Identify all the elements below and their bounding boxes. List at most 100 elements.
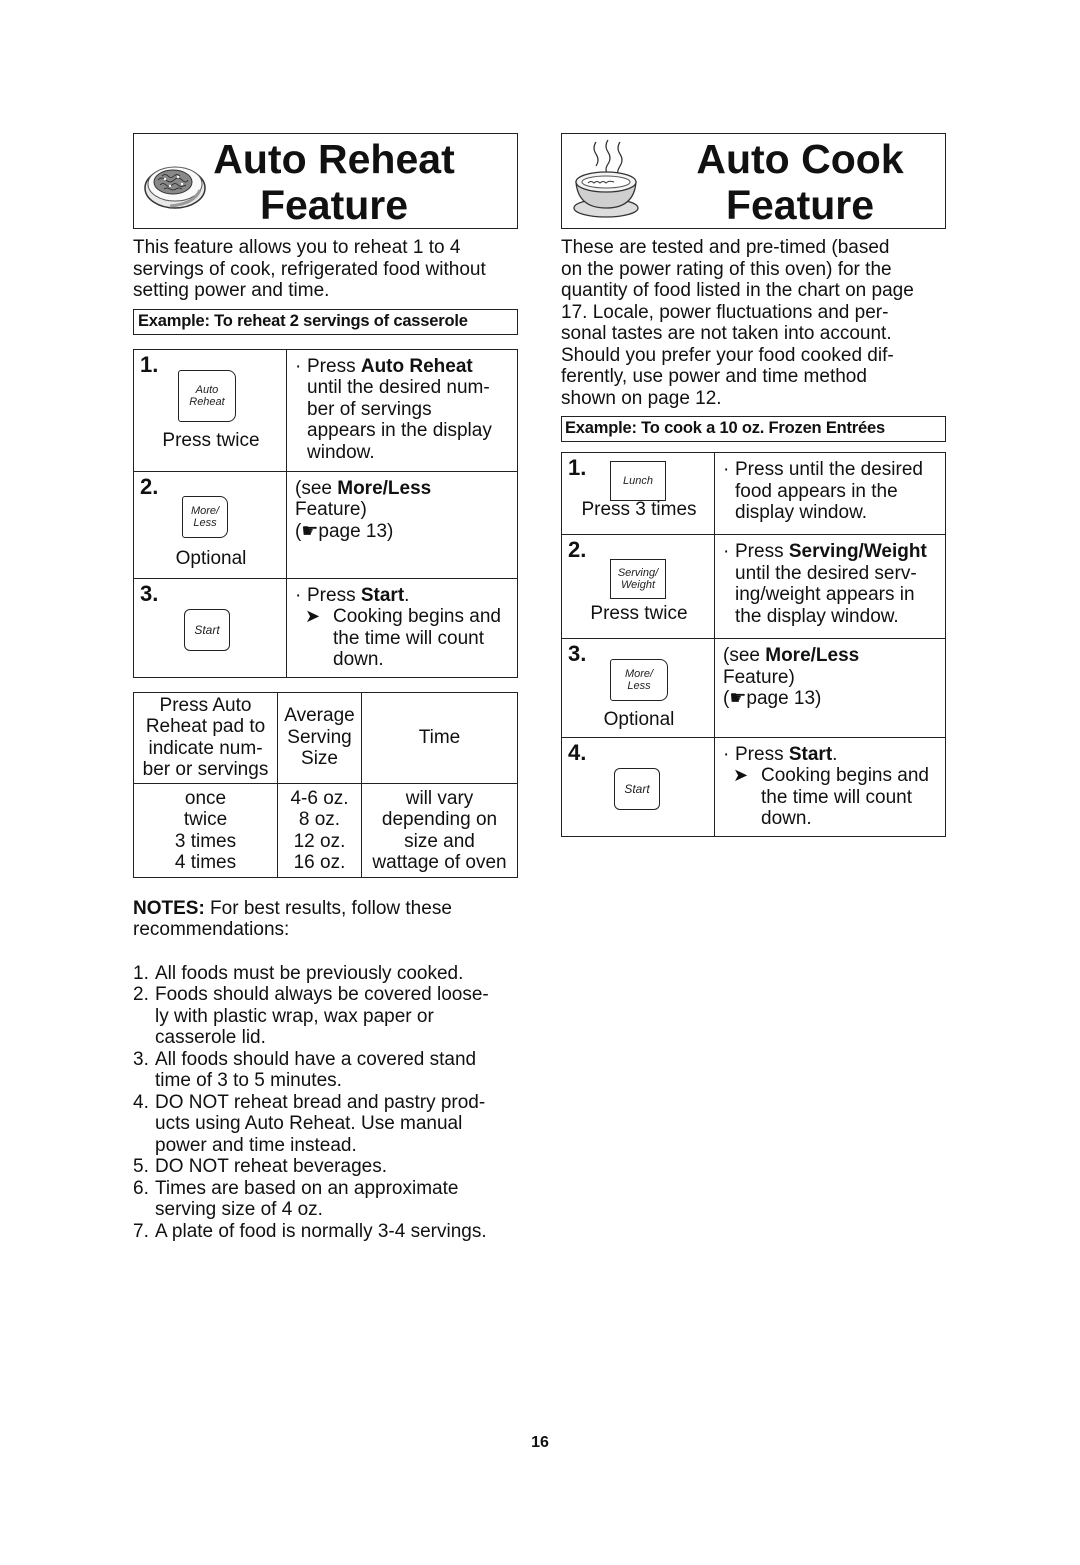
page-reference-link[interactable]: page 13) bbox=[318, 521, 393, 542]
lunch-pad-button[interactable]: Lunch bbox=[610, 461, 666, 501]
pad-label: More/ bbox=[190, 504, 220, 517]
pointing-hand-icon: ☛ bbox=[301, 520, 319, 542]
instruction-text: ber of servings bbox=[307, 398, 432, 420]
step-number: 2. bbox=[140, 473, 159, 499]
page-number: 16 bbox=[531, 1434, 549, 1451]
note-item: 3. All foods should have a covered stand t… bbox=[133, 1049, 518, 1092]
time-text: depending on bbox=[381, 809, 498, 830]
pad-label: Auto bbox=[195, 383, 219, 396]
pad-label: Less bbox=[627, 680, 651, 692]
note-number: 2. bbox=[133, 984, 149, 1005]
note-item: 5. DO NOT reheat beverages. bbox=[133, 1156, 518, 1178]
start-pad-button[interactable]: Start bbox=[614, 767, 660, 810]
note-text: Times are based on an approximate bbox=[155, 1177, 459, 1199]
bullet: · bbox=[295, 584, 302, 606]
step-caption: Press twice bbox=[162, 429, 260, 451]
auto-reheat-pad-button[interactable]: Auto Reheat bbox=[178, 369, 236, 422]
serving-weight-pad-button[interactable]: Serving/ Weight bbox=[610, 559, 666, 599]
chart-header-presses: Press Auto Reheat pad to indicate num- b… bbox=[133, 691, 278, 784]
note-text: ly with plastic wrap, wax paper or bbox=[155, 1005, 434, 1027]
header-line: Time bbox=[418, 726, 461, 748]
instruction-key-name: More/Less bbox=[765, 645, 860, 666]
title-line-2: Feature bbox=[259, 182, 409, 228]
instruction-text: . bbox=[832, 743, 838, 765]
notes-intro: For best results, follow these bbox=[204, 897, 452, 919]
more-less-pad-button[interactable]: More/ Less bbox=[182, 495, 228, 538]
instruction-key-name: Start bbox=[360, 584, 405, 606]
step-1-instruction: · Press Auto Reheat until the desired nu… bbox=[286, 348, 518, 472]
serving-size: 8 oz. bbox=[298, 809, 341, 830]
step-4-instruction: · Press Start. ➤ Cooking begins and the … bbox=[714, 736, 946, 837]
note-item: 4. DO NOT reheat bread and pastry prod-uc… bbox=[133, 1092, 518, 1157]
result-text: Cooking begins and bbox=[761, 765, 929, 786]
intro-line: This feature allows you to reheat 1 to 4 bbox=[133, 237, 461, 258]
title-line-1: Auto Cook bbox=[696, 136, 904, 182]
step-row: 2. Serving/ Weight Press twice · Press S… bbox=[561, 534, 946, 639]
header-line: Size bbox=[301, 748, 338, 770]
time-text: wattage of oven bbox=[372, 852, 507, 873]
note-text: ucts using Auto Reheat. Use manual bbox=[155, 1113, 463, 1134]
bullet: · bbox=[295, 355, 302, 377]
intro-line: shown on page 12. bbox=[561, 387, 722, 409]
step-1-key-cell: 1. Auto Reheat Press twice bbox=[133, 348, 287, 472]
intro-line: sonal tastes are not taken into account. bbox=[561, 323, 892, 344]
chart-header-time: Time bbox=[361, 691, 518, 784]
bullet: · bbox=[723, 541, 730, 562]
note-number: 3. bbox=[133, 1048, 149, 1070]
pad-label: Reheat bbox=[189, 395, 225, 408]
serving-size: 16 oz. bbox=[293, 852, 346, 873]
start-pad-button[interactable]: Start bbox=[184, 608, 230, 651]
step-2-key-cell: 2. More/ Less Optional bbox=[133, 470, 287, 579]
step-row: 4. Start · Press Start. ➤ Cooking begins… bbox=[561, 736, 946, 837]
note-item: 6. Times are based on an approximate servi… bbox=[133, 1178, 518, 1221]
header-line: ber or servings bbox=[142, 759, 269, 780]
note-number: 7. bbox=[133, 1220, 149, 1242]
result-text: down. bbox=[761, 808, 812, 829]
note-text: A plate of food is normally 3-4 servings… bbox=[155, 1220, 487, 1242]
pad-label: Start bbox=[194, 622, 220, 637]
auto-reheat-section: Auto Reheat Feature This feature allows … bbox=[133, 133, 518, 1242]
note-item: 2. Foods should always be covered loose-l… bbox=[133, 984, 518, 1049]
notes-intro: recommendations: bbox=[133, 919, 290, 940]
time-text: size and bbox=[404, 830, 475, 852]
instruction-key-name: Serving/Weight bbox=[788, 541, 927, 562]
press-count: twice bbox=[183, 809, 228, 830]
note-number: 5. bbox=[133, 1156, 149, 1177]
auto-cook-example: Example: To cook a 10 oz. Frozen Entrées bbox=[561, 416, 946, 442]
pad-label: Serving/ bbox=[617, 567, 659, 579]
more-less-pad-button[interactable]: More/ Less bbox=[610, 659, 668, 701]
step-row: 2. More/ Less Optional (see More/Less Fe… bbox=[133, 470, 518, 579]
chart-body-row: once twice 3 times 4 times 4-6 oz. 8 oz.… bbox=[133, 782, 518, 878]
header-line: Average bbox=[284, 705, 355, 727]
step-3-key-cell: 3. More/ Less Optional bbox=[561, 638, 715, 738]
auto-cook-intro: These are tested and pre-timed (based on… bbox=[561, 237, 946, 409]
time-text: will vary bbox=[405, 787, 474, 809]
step-caption: Optional bbox=[175, 547, 247, 569]
step-number: 4. bbox=[568, 739, 587, 765]
note-item: 1. All foods must be previously cooked. bbox=[133, 963, 518, 985]
page-reference-link[interactable]: page 13) bbox=[746, 688, 821, 709]
note-number: 1. bbox=[133, 962, 149, 984]
instruction-text: Press bbox=[735, 743, 789, 765]
title-line-1: Auto Reheat bbox=[213, 136, 455, 182]
instruction-text: . bbox=[404, 584, 410, 606]
intro-line: ferently, use power and time method bbox=[561, 366, 867, 387]
step-row: 3. Start · Press Start. ➤ Cooking begins… bbox=[133, 577, 518, 678]
instruction-text: (see bbox=[295, 477, 338, 499]
press-count: once bbox=[184, 787, 227, 809]
chart-time-cell: will vary depending on size and wattage … bbox=[361, 782, 518, 878]
instruction-text: ing/weight appears in bbox=[735, 584, 915, 605]
auto-cook-section: Auto Cook Feature These are tested and p… bbox=[561, 133, 946, 837]
steaming-bowl-icon bbox=[568, 138, 646, 228]
bullet: · bbox=[723, 743, 730, 765]
press-count: 3 times bbox=[174, 830, 237, 852]
notes-list: 1. All foods must be previously cooked. 2… bbox=[133, 963, 518, 1243]
intro-line: on the power rating of this oven) for th… bbox=[561, 258, 892, 280]
step-number: 3. bbox=[140, 580, 159, 606]
auto-cook-title: Auto Cook Feature bbox=[655, 134, 945, 228]
note-text: time of 3 to 5 minutes. bbox=[155, 1070, 342, 1091]
instruction-text: Feature) bbox=[723, 666, 795, 688]
auto-cook-title-box: Auto Cook Feature bbox=[561, 133, 946, 229]
arrow-icon: ➤ bbox=[305, 606, 321, 626]
bullet: · bbox=[723, 459, 730, 480]
